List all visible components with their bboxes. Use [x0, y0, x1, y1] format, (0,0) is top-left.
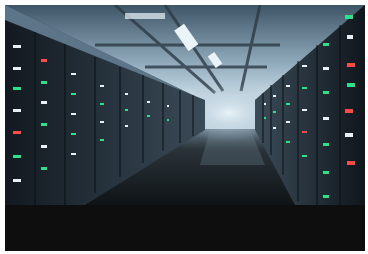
image-frame — [5, 5, 365, 251]
caption-bar — [5, 205, 365, 251]
server-room-photo — [5, 5, 365, 205]
server-room-illustration — [5, 5, 365, 205]
